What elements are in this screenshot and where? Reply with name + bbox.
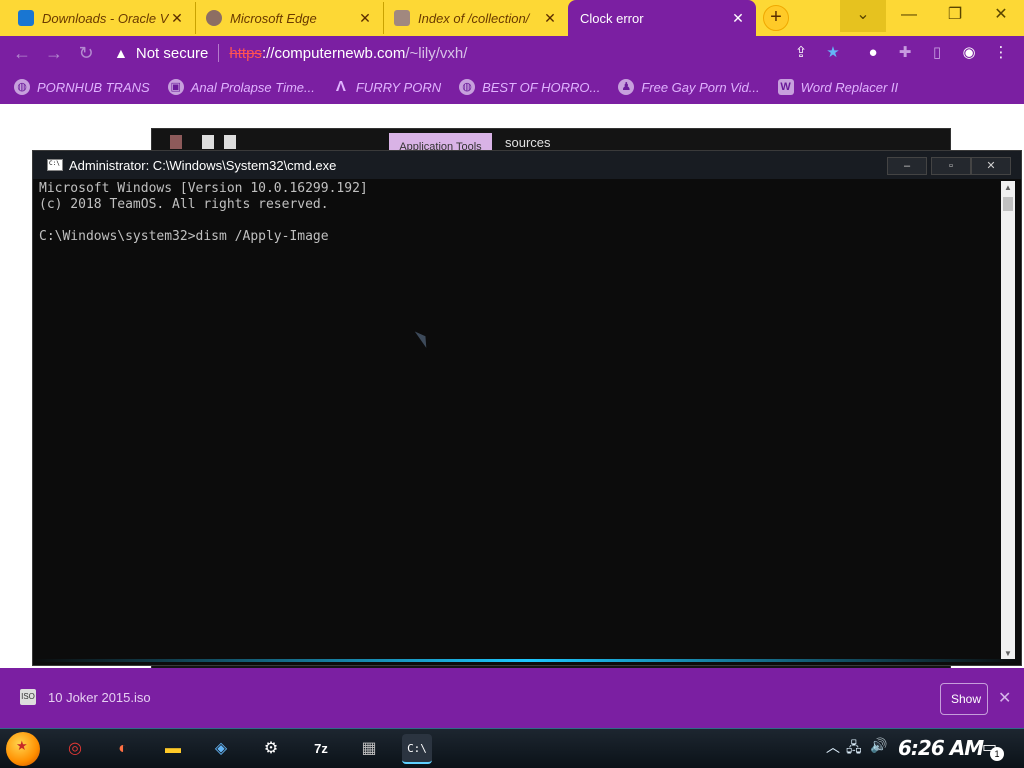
globe-icon: ◍: [14, 79, 30, 95]
notification-count-badge: 1: [990, 747, 1004, 761]
bookmark-item[interactable]: ◍ PORNHUB TRANS: [14, 79, 150, 95]
restore-icon[interactable]: ❐: [932, 0, 978, 32]
iso-file-icon: ISO: [20, 689, 36, 705]
cmd-window-title: Administrator: C:\Windows\System32\cmd.e…: [69, 158, 337, 173]
profile-avatar-icon[interactable]: ◉: [958, 42, 980, 64]
close-button[interactable]: ✕: [971, 157, 1011, 175]
minimize-button[interactable]: –: [887, 157, 927, 175]
url-path: /~lily/vxh/: [405, 44, 468, 62]
address-bar[interactable]: ▲ Not secure https ://computernewb.com /…: [106, 39, 856, 67]
bookmark-star-icon[interactable]: ★: [822, 42, 844, 64]
browser-toolbar: ← → ↻ ▲ Not secure https ://computernewb…: [0, 36, 1024, 70]
quick-access-icon[interactable]: [170, 135, 182, 149]
download-filename[interactable]: 10 Joker 2015.iso: [48, 690, 151, 705]
url-host: ://computernewb.com: [261, 44, 406, 62]
volume-icon[interactable]: 🔊: [870, 737, 887, 754]
bookmark-item[interactable]: Λ FURRY PORN: [333, 79, 441, 95]
bookmarks-bar: ◍ PORNHUB TRANS ▣ Anal Prolapse Time... ΛF…: [0, 70, 1024, 104]
tab-title: Clock error: [580, 10, 644, 26]
cmd-icon[interactable]: C:\: [402, 734, 432, 764]
bookmark-label: BEST OF HORRO...: [482, 79, 601, 95]
share-icon[interactable]: ⇪: [790, 42, 812, 64]
bookmark-item[interactable]: ▣ Anal Prolapse Time...: [167, 79, 315, 95]
tab-microsoft-edge[interactable]: Microsoft Edge ✕: [196, 2, 384, 34]
new-tab-button[interactable]: +: [763, 5, 789, 31]
bookmark-label: Free Gay Porn Vid...: [641, 79, 760, 95]
close-icon[interactable]: ✕: [998, 688, 1011, 708]
page-favicon-icon: [394, 10, 410, 26]
cmd-window[interactable]: Administrator: C:\Windows\System32\cmd.e…: [32, 150, 1022, 666]
extensions-puzzle-icon[interactable]: ✚: [894, 42, 916, 64]
chrome-icon[interactable]: ◎: [60, 734, 90, 764]
firefox-icon[interactable]: ◐: [108, 734, 138, 764]
chevron-up-icon[interactable]: ︿: [826, 737, 840, 757]
letter-a-icon: Λ: [335, 78, 346, 95]
minimize-icon[interactable]: —: [886, 0, 932, 32]
bookmark-label: Word Replacer II: [800, 79, 899, 95]
virtualbox-favicon-icon: [18, 10, 34, 26]
bookmark-item[interactable]: ♟ Free Gay Porn Vid...: [618, 79, 760, 95]
window-glow-border: [33, 659, 1021, 662]
settings-icon[interactable]: ⚙: [256, 734, 286, 764]
virtualbox-icon[interactable]: ◈: [206, 734, 236, 764]
tab-index-of-collection[interactable]: Index of /collection/ ✕: [384, 2, 568, 34]
extension-avatar-icon[interactable]: ●: [862, 42, 884, 64]
forward-arrow-icon[interactable]: →: [42, 42, 66, 64]
tab-search-chevron-down-icon[interactable]: ⌄: [840, 0, 886, 32]
close-icon[interactable]: ✕: [542, 10, 558, 27]
cmd-titlebar[interactable]: Administrator: C:\Windows\System32\cmd.e…: [33, 151, 1021, 179]
tab-strip: Downloads - Oracle V ✕ Microsoft Edge ✕ …: [0, 0, 1024, 36]
menu-kebab-icon[interactable]: ⋮: [990, 42, 1012, 64]
maximize-button[interactable]: ▫: [931, 157, 971, 175]
close-icon[interactable]: ✕: [730, 10, 746, 27]
properties-icon[interactable]: [202, 135, 214, 149]
file-explorer-icon[interactable]: ▬: [158, 734, 188, 764]
bookmark-label: FURRY PORN: [355, 79, 442, 95]
scrollbar-thumb[interactable]: [1003, 197, 1013, 211]
divider: [218, 44, 220, 62]
side-panel-icon[interactable]: ▯: [926, 42, 948, 64]
console-prompt-line[interactable]: C:\Windows\system32>dism /Apply-Image: [39, 229, 999, 245]
system-clock[interactable]: 6:26 AM: [898, 736, 984, 760]
bookmark-label: PORNHUB TRANS: [37, 79, 150, 95]
cmd-icon: [47, 159, 63, 171]
edge-favicon-icon: [206, 10, 222, 26]
tab-title: Index of /collection/: [418, 10, 530, 26]
installer-icon[interactable]: ▦: [354, 734, 384, 764]
bookmark-label: Anal Prolapse Time...: [190, 79, 315, 95]
download-shelf: ISO 10 Joker 2015.iso Show all ✕: [0, 668, 1024, 728]
scroll-up-arrow-icon[interactable]: ▲: [1001, 181, 1015, 195]
close-icon[interactable]: ✕: [357, 10, 373, 27]
bookmark-item[interactable]: W Word Replacer II: [777, 79, 899, 95]
taskbar: ◎ ◐ ▬ ◈ ⚙ 7z ▦ C:\ ︿ 🖧 🔊 6:26 AM ▭ 1: [0, 728, 1024, 768]
close-icon[interactable]: ✕: [169, 10, 185, 27]
tab-title: Microsoft Edge: [230, 10, 317, 26]
wr-icon: W: [777, 79, 794, 95]
shape-icon: ▣: [167, 79, 184, 95]
url-scheme: https: [229, 44, 262, 62]
new-folder-icon[interactable]: [224, 135, 236, 149]
tab-clock-error[interactable]: Clock error ✕: [568, 0, 756, 36]
7zip-icon[interactable]: 7z: [306, 734, 336, 764]
window-title: sources: [505, 135, 551, 150]
back-arrow-icon[interactable]: ←: [10, 42, 34, 64]
warning-icon: ▲: [114, 45, 128, 61]
close-window-icon[interactable]: ✕: [978, 0, 1024, 32]
start-button[interactable]: [6, 732, 40, 766]
globe-icon: ◍: [459, 79, 476, 95]
console-line: Microsoft Windows [Version 10.0.16299.19…: [39, 181, 368, 196]
show-all-button[interactable]: Show all: [940, 683, 988, 715]
security-label[interactable]: Not secure: [136, 45, 209, 62]
console-output[interactable]: Microsoft Windows [Version 10.0.16299.19…: [39, 181, 999, 661]
tab-downloads-oracle[interactable]: Downloads - Oracle V ✕: [8, 2, 196, 34]
vertical-scrollbar[interactable]: ▲ ▼: [1001, 181, 1015, 661]
tab-title: Downloads - Oracle V: [42, 10, 169, 26]
figure-icon: ♟: [618, 79, 635, 95]
network-icon[interactable]: 🖧: [846, 737, 862, 761]
console-line: (c) 2018 TeamOS. All rights reserved.: [39, 197, 329, 212]
bookmark-item[interactable]: ◍ BEST OF HORRO...: [459, 79, 600, 95]
reload-icon[interactable]: ↻: [74, 42, 98, 64]
